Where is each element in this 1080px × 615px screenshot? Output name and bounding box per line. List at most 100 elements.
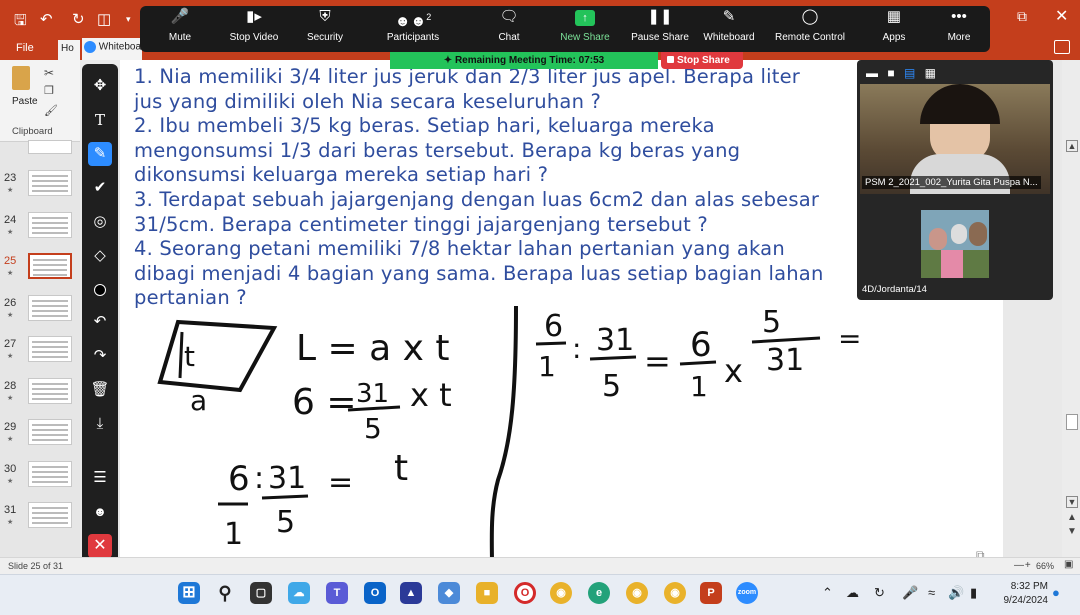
slide-counter: Slide 25 of 31 [8,561,64,571]
zoom-slider-icon[interactable]: — + [1014,560,1031,571]
redo-icon[interactable]: ↻ [72,10,85,28]
wifi-icon[interactable]: ≈ [928,585,935,600]
stamp-check-icon[interactable]: ✔ [88,176,112,200]
zoom-whiteboard-tab[interactable]: Whiteboa [82,38,142,60]
scrollbar-thumb[interactable] [1066,414,1078,430]
copy-icon[interactable]: ❐ [44,84,54,97]
hw-fraction-bar [679,360,717,366]
animation-star-icon: ★ [7,270,14,277]
slide-number: 29 [4,421,17,433]
remote-control-button[interactable]: ◯ Remote Control [765,6,855,43]
whiteboard-label: Whiteboard [703,32,755,43]
speaker-view-icon[interactable]: ▤ [904,66,915,80]
chrome-profile-icon[interactable]: ◉ [664,582,686,604]
participant-video-second[interactable] [921,210,989,278]
hide-video-icon[interactable]: ■ [887,66,894,80]
hw-step1-right: x t [410,376,452,414]
more-button[interactable]: ••• More [920,6,998,43]
slide-thumbnail[interactable] [28,378,72,404]
parallelogram-drawing [157,319,278,393]
powerpoint-icon[interactable]: P [700,582,722,604]
teams-icon[interactable]: T [326,582,348,604]
whiteboard-button[interactable]: ✎ Whiteboard [690,6,768,43]
system-clock[interactable]: 8:32 PM 9/24/2024 [998,581,1049,606]
scroll-up-icon[interactable]: ▲ [1066,140,1078,152]
pause-share-button[interactable]: ❚❚ Pause Share [621,6,699,43]
media-player-icon[interactable]: ▲ [400,582,422,604]
slide-thumbnail[interactable] [28,419,72,445]
spotlight-icon[interactable]: ◎ [88,210,112,234]
edge-icon[interactable]: e [588,582,610,604]
stop-video-button[interactable]: ▮▸ Stop Video [215,6,293,43]
slide-thumbnail[interactable] [28,212,72,238]
opera-icon[interactable]: O [514,582,536,604]
cut-icon[interactable]: ✂ [44,66,54,80]
save-icon[interactable]: 🖫 [14,10,27,35]
search-icon[interactable]: ⚲ [214,582,236,604]
save-icon[interactable]: ⤓ [88,412,112,436]
color-icon[interactable] [88,278,112,302]
scroll-down-icon[interactable]: ▼ [1066,496,1078,508]
slide-thumbnail[interactable] [28,140,72,154]
comment-icon[interactable] [1054,40,1070,54]
prev-slide-icon[interactable]: ▲ [1067,512,1077,523]
paste-label[interactable]: Paste [12,96,38,107]
undo-icon[interactable]: ↶ [40,10,53,28]
new-share-button[interactable]: ↑ New Share [546,6,624,43]
chat-button[interactable]: 🗨 Chat [470,6,548,43]
security-button[interactable]: ⛨ Security [286,6,364,43]
slide-thumbnail[interactable] [28,295,72,321]
customize-icon[interactable]: ▾ [126,14,131,25]
cloud-icon[interactable]: ☁ [846,585,859,601]
microphone-icon[interactable]: 🎤 [902,585,918,601]
gallery-view-icon[interactable]: ▦ [925,66,936,80]
slide-thumbnail[interactable] [28,502,72,528]
tab-file[interactable]: File [16,42,34,54]
slide-thumbnail[interactable] [28,461,72,487]
slide-thumbnail[interactable] [28,170,72,196]
move-icon[interactable]: ✥ [88,74,112,98]
file-explorer-icon[interactable]: ■ [476,582,498,604]
restore-icon[interactable]: ⧉ [1017,8,1027,25]
video-panel-controls: ▬ ■ ▤ ▦ [866,66,936,80]
minimize-icon[interactable]: ▬ [866,66,878,80]
slide-thumbnail[interactable] [28,253,72,279]
people-icon[interactable]: ☻ [88,500,112,524]
close-icon[interactable]: ✕ [1055,6,1068,26]
battery-icon[interactable]: ▮ [970,585,977,601]
menu-icon[interactable]: ☰ [88,466,112,490]
mute-button[interactable]: 🎤 Mute [141,6,219,43]
participants-button[interactable]: ☻☻2 Participants [374,6,452,43]
zoom-level[interactable]: 66% [1036,561,1054,571]
outlook-icon[interactable]: O [364,582,386,604]
close-annotation-icon[interactable]: ✕ [88,534,112,558]
task-view-icon[interactable]: ▢ [250,582,272,604]
delete-icon[interactable]: 🗑 [88,378,112,402]
stop-share-button[interactable]: Stop Share [661,52,743,69]
paste-icon[interactable] [12,66,30,90]
eraser-icon[interactable]: ◇ [88,244,112,268]
fit-slide-icon[interactable]: ▣ [1064,559,1073,570]
windows-start-icon[interactable]: ⊞ [178,582,200,604]
hw-label-t: t [184,340,195,373]
next-slide-icon[interactable]: ▼ [1067,526,1077,537]
vertical-scrollbar[interactable] [1062,60,1080,558]
present-icon[interactable]: ◫ [97,10,111,28]
volume-icon[interactable]: 🔊 [948,585,964,601]
show-hidden-icons[interactable]: ⌃ [822,585,833,601]
text-tool-icon[interactable]: T [88,108,112,132]
format-painter-icon[interactable]: 🖌 [44,104,58,117]
pen-icon[interactable]: ✎ [88,142,112,166]
undo-icon[interactable]: ↶ [88,310,112,334]
redo-icon[interactable]: ↷ [88,344,112,368]
app-icon[interactable]: ◆ [438,582,460,604]
slide-thumbnail[interactable] [28,336,72,362]
widgets-icon[interactable]: ☁ [288,582,310,604]
stop-share-label: Stop Share [677,55,730,66]
sync-icon[interactable]: ↻ [874,585,885,601]
chrome-profile-icon[interactable]: ◉ [626,582,648,604]
chrome-icon[interactable]: ◉ [550,582,572,604]
zoom-app-icon[interactable]: zoom [736,582,758,604]
notification-bell-icon[interactable]: ● [1052,585,1060,600]
tab-home[interactable]: Ho [58,40,80,60]
